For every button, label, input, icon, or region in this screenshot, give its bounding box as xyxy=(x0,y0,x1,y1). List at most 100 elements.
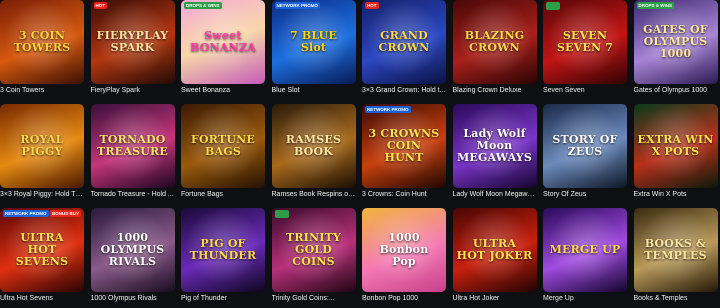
game-title[interactable]: 3 Crowns: Coin Hunt xyxy=(362,190,446,199)
game-logo-art: PIG OF THUNDER xyxy=(189,237,257,262)
game-tile[interactable]: GRAND CROWN HOT 3×3 Grand Crown: Hold t... xyxy=(362,0,446,100)
game-tile[interactable]: GATES OF OLYMPUS 1000 DROPS & WINS Gates o… xyxy=(633,0,718,100)
game-logo-art: GRAND CROWN xyxy=(378,29,430,54)
game-grid: 3 COIN TOWERS 3 Coin Towers FIERYPLAY SPAR… xyxy=(0,0,720,303)
game-title[interactable]: Ultra Hot Joker xyxy=(453,294,537,303)
game-tile[interactable]: STORY OF ZEUS Story Of Zeus xyxy=(543,104,627,204)
game-tile[interactable]: BOOKS & TEMPLES Books & Temples xyxy=(633,208,718,308)
game-badge: HOT xyxy=(365,2,379,9)
game-title[interactable]: Pig of Thunder xyxy=(181,294,265,303)
game-tile[interactable]: EXTRA WIN X POTS Extra Win X Pots xyxy=(633,104,718,204)
game-thumbnail[interactable]: EXTRA WIN X POTS xyxy=(633,104,718,188)
game-tile[interactable]: BLAZING CROWN Blazing Crown Deluxe xyxy=(452,0,537,100)
game-thumbnail[interactable]: 3 CROWNS COIN HUNT NETWORK PROMO xyxy=(362,104,446,188)
game-title[interactable]: Lady Wolf Moon Megaways xyxy=(453,190,537,199)
game-title[interactable]: 3×3 Royal Piggy: Hold Th... xyxy=(0,190,84,199)
game-tile[interactable]: TRINITY GOLD COINS Trinity Gold Coins:... xyxy=(271,208,356,308)
game-logo-art: BOOKS & TEMPLES xyxy=(644,237,707,262)
game-badge: NETWORK PROMO xyxy=(365,106,411,113)
game-thumbnail[interactable]: GATES OF OLYMPUS 1000 DROPS & WINS xyxy=(633,0,718,84)
game-title[interactable]: FieryPlay Spark xyxy=(91,86,175,95)
game-title[interactable]: Seven Seven xyxy=(543,86,627,95)
game-logo-art: RAMSES BOOK xyxy=(285,133,342,158)
game-badge xyxy=(274,210,289,218)
game-logo-art: EXTRA WIN X POTS xyxy=(637,133,714,158)
game-title[interactable]: Fortune Bags xyxy=(181,190,265,199)
game-title[interactable]: Books & Temples xyxy=(634,294,718,303)
game-tile[interactable]: Lady Wolf Moon MEGAWAYS Lady Wolf Moon Me… xyxy=(452,104,537,204)
game-thumbnail[interactable]: Lady Wolf Moon MEGAWAYS xyxy=(452,104,537,188)
game-tile[interactable]: MERGE UP Merge Up xyxy=(543,208,627,308)
game-title[interactable]: Trinity Gold Coins:... xyxy=(272,294,356,303)
game-thumbnail[interactable]: FORTUNE BAGS xyxy=(181,104,265,188)
game-thumbnail[interactable]: RAMSES BOOK xyxy=(271,104,356,188)
game-logo-art: TORNADO TREASURE xyxy=(97,133,168,158)
game-title[interactable]: Blue Slot xyxy=(272,86,356,95)
game-logo-art: Lady Wolf Moon MEGAWAYS xyxy=(457,127,532,164)
game-thumbnail[interactable]: GRAND CROWN HOT xyxy=(362,0,446,84)
game-logo-art: ULTRA HOT JOKER xyxy=(456,237,533,262)
game-title[interactable]: Ramses Book Respins of... xyxy=(272,190,356,199)
game-tile[interactable]: TORNADO TREASURE Tornado Treasure - Hold … xyxy=(90,104,175,204)
game-title[interactable]: 3×3 Grand Crown: Hold t... xyxy=(362,86,446,95)
game-thumbnail[interactable]: 3 COIN TOWERS xyxy=(0,0,84,84)
game-thumbnail[interactable]: ROYAL PIGGY xyxy=(0,104,84,188)
game-thumbnail[interactable]: STORY OF ZEUS xyxy=(543,104,627,188)
game-badge: NETWORK PROMO xyxy=(274,2,320,9)
game-logo-art: 3 CROWNS COIN HUNT xyxy=(368,127,440,164)
game-thumbnail[interactable]: TRINITY GOLD COINS xyxy=(271,208,356,292)
game-logo-art: FIERYPLAY SPARK xyxy=(96,29,169,54)
game-title[interactable]: Ultra Hot Sevens xyxy=(0,294,84,303)
game-thumbnail[interactable]: FIERYPLAY SPARK HOT xyxy=(90,0,175,84)
game-tile[interactable]: 3 CROWNS COIN HUNT NETWORK PROMO 3 Crowns:… xyxy=(362,104,446,204)
game-tile[interactable]: SEVEN SEVEN 7 Seven Seven xyxy=(543,0,627,100)
game-logo-art: ROYAL PIGGY xyxy=(20,133,64,158)
game-logo-art: 7 BLUE Slot xyxy=(289,29,338,54)
game-thumbnail[interactable]: BLAZING CROWN xyxy=(452,0,537,84)
game-tile[interactable]: PIG OF THUNDER Pig of Thunder xyxy=(181,208,265,308)
game-thumbnail[interactable]: TORNADO TREASURE xyxy=(90,104,175,188)
game-tile[interactable]: ULTRA HOT JOKER Ultra Hot Joker xyxy=(452,208,537,308)
game-logo-art: TRINITY GOLD COINS xyxy=(285,231,342,268)
game-tile[interactable]: 1000 OLYMPUS RIVALS 1000 Olympus Rivals xyxy=(90,208,175,308)
game-tile[interactable]: Sweet BONANZA DROPS & WINS Sweet Bonanza xyxy=(181,0,265,100)
game-thumbnail[interactable]: MERGE UP xyxy=(543,208,627,292)
game-thumbnail[interactable]: ULTRA HOT JOKER xyxy=(452,208,537,292)
game-tile[interactable]: RAMSES BOOK Ramses Book Respins of... xyxy=(271,104,356,204)
game-badge: NETWORK PROMO xyxy=(3,210,49,217)
game-logo-art: BLAZING CROWN xyxy=(464,29,525,54)
game-thumbnail[interactable]: PIG OF THUNDER xyxy=(181,208,265,292)
game-badge xyxy=(546,2,560,10)
game-title[interactable]: Bonbon Pop 1000 xyxy=(362,294,446,303)
game-title[interactable]: 1000 Olympus Rivals xyxy=(91,294,175,303)
game-logo-art: MERGE UP xyxy=(549,243,621,256)
game-title[interactable]: Gates of Olympus 1000 xyxy=(634,86,718,95)
game-title[interactable]: Tornado Treasure - Hold ... xyxy=(91,190,175,199)
game-title[interactable]: Merge Up xyxy=(543,294,627,303)
game-tile[interactable]: FIERYPLAY SPARK HOT FieryPlay Spark xyxy=(90,0,175,100)
game-badge: DROPS & WINS xyxy=(184,2,222,9)
game-thumbnail[interactable]: SEVEN SEVEN 7 xyxy=(543,0,627,84)
game-logo-art: 1000 OLYMPUS RIVALS xyxy=(100,231,165,268)
game-tile[interactable]: FORTUNE BAGS Fortune Bags xyxy=(181,104,265,204)
game-badge: HOT xyxy=(93,2,107,9)
game-logo-art: FORTUNE BAGS xyxy=(191,133,255,158)
game-title[interactable]: Extra Win X Pots xyxy=(634,190,718,199)
game-title[interactable]: Blazing Crown Deluxe xyxy=(453,86,537,95)
game-tile[interactable]: ULTRA HOT SEVENS NETWORK PROMO BONUS BUY Ul… xyxy=(0,208,84,308)
game-thumbnail[interactable]: 1000 OLYMPUS RIVALS xyxy=(90,208,175,292)
game-tile[interactable]: ROYAL PIGGY 3×3 Royal Piggy: Hold Th... xyxy=(0,104,84,204)
game-title[interactable]: 3 Coin Towers xyxy=(0,86,84,95)
game-tile[interactable]: 1000 Bonbon Pop Bonbon Pop 1000 xyxy=(362,208,446,308)
game-thumbnail[interactable]: BOOKS & TEMPLES xyxy=(633,208,718,292)
game-badge: DROPS & WINS xyxy=(636,2,675,9)
game-tile[interactable]: 3 COIN TOWERS 3 Coin Towers xyxy=(0,0,84,100)
game-thumbnail[interactable]: ULTRA HOT SEVENS NETWORK PROMO BONUS BUY xyxy=(0,208,84,292)
game-title[interactable]: Story Of Zeus xyxy=(543,190,627,199)
game-thumbnail[interactable]: 7 BLUE Slot NETWORK PROMO xyxy=(271,0,356,84)
game-title[interactable]: Sweet Bonanza xyxy=(181,86,265,95)
game-thumbnail[interactable]: Sweet BONANZA DROPS & WINS xyxy=(181,0,265,84)
game-tile[interactable]: 7 BLUE Slot NETWORK PROMO Blue Slot xyxy=(271,0,356,100)
game-logo-art: 1000 Bonbon Pop xyxy=(379,231,429,268)
game-thumbnail[interactable]: 1000 Bonbon Pop xyxy=(362,208,446,292)
